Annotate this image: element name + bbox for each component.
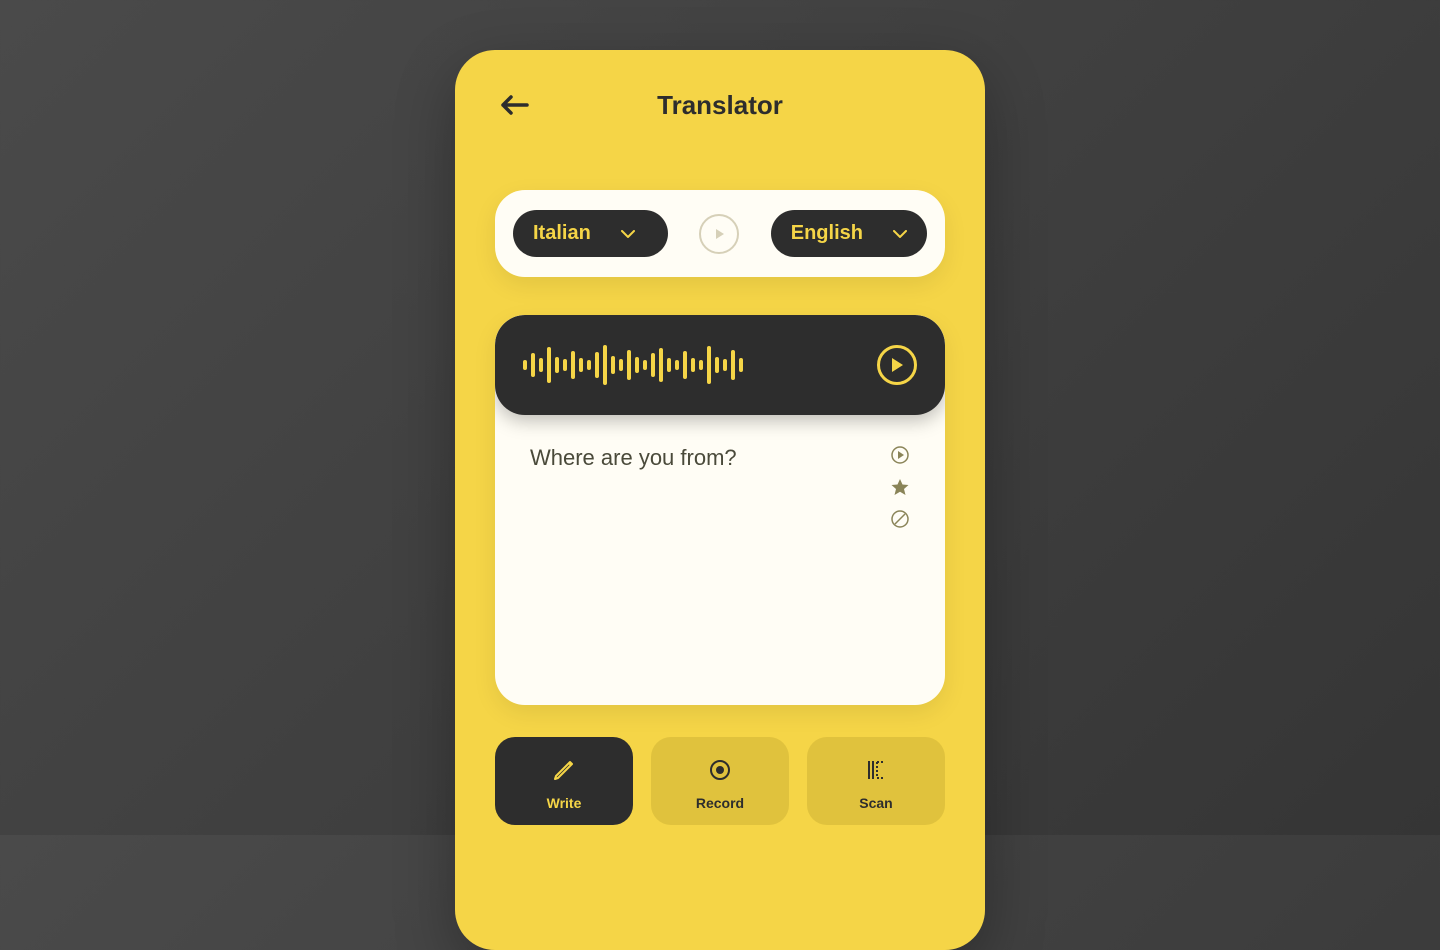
translator-app: Translator Italian English — [455, 50, 985, 950]
play-swap-icon — [712, 227, 726, 241]
nav-write-label: Write — [547, 795, 582, 811]
back-button[interactable] — [495, 85, 535, 125]
star-icon — [891, 478, 909, 496]
result-actions — [890, 445, 910, 529]
cancel-icon — [891, 510, 909, 528]
play-circle-icon — [891, 446, 909, 464]
translation-card: Where are you from? — [495, 315, 945, 705]
chevron-down-icon — [621, 230, 635, 238]
pencil-icon — [551, 757, 577, 783]
favorite-button[interactable] — [890, 477, 910, 497]
arrow-left-icon — [501, 95, 529, 115]
translation-result-text: Where are you from? — [530, 445, 737, 471]
play-translation-button[interactable] — [890, 445, 910, 465]
header: Translator — [495, 80, 945, 130]
page-title: Translator — [657, 90, 783, 121]
translation-result-section: Where are you from? — [495, 415, 945, 705]
nav-record[interactable]: Record — [651, 737, 789, 825]
source-language-dropdown[interactable]: Italian — [513, 210, 668, 257]
target-language-label: English — [791, 222, 863, 245]
record-icon — [707, 757, 733, 783]
nav-record-label: Record — [696, 795, 744, 811]
play-audio-button[interactable] — [877, 345, 917, 385]
scan-icon — [863, 757, 889, 783]
source-language-label: Italian — [533, 222, 591, 245]
swap-languages-button[interactable] — [699, 214, 739, 254]
nav-write[interactable]: Write — [495, 737, 633, 825]
play-icon — [890, 357, 904, 373]
nav-scan[interactable]: Scan — [807, 737, 945, 825]
clear-button[interactable] — [890, 509, 910, 529]
bottom-nav: Write Record Scan — [495, 737, 945, 825]
chevron-down-icon — [893, 230, 907, 238]
target-language-dropdown[interactable]: English — [771, 210, 927, 257]
audio-waveform — [523, 345, 743, 385]
language-selector: Italian English — [495, 190, 945, 277]
nav-scan-label: Scan — [859, 795, 892, 811]
audio-input-section — [495, 315, 945, 415]
